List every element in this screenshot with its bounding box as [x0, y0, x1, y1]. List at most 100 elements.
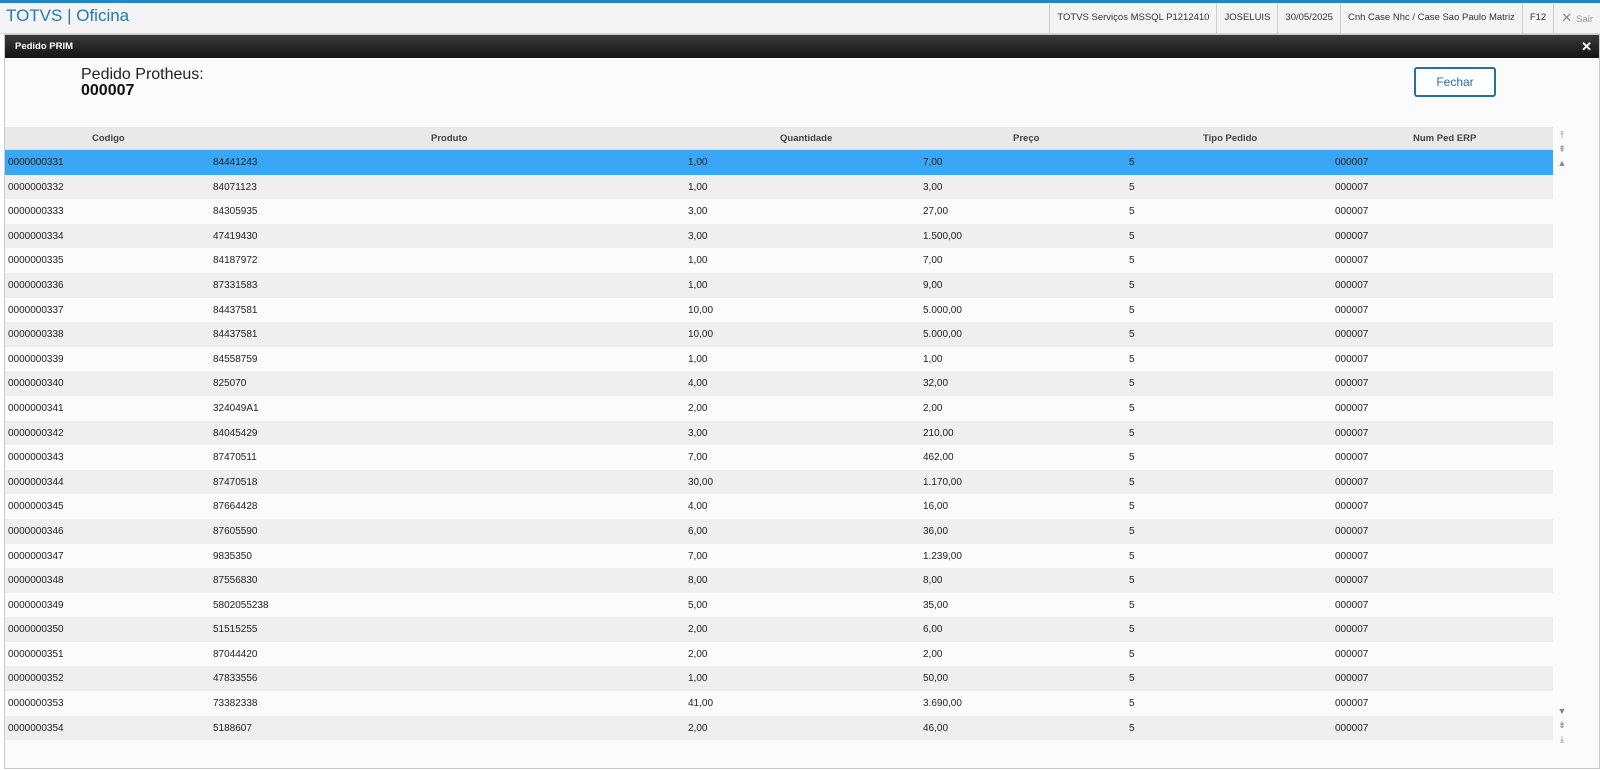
cell-quantidade: 2,00 — [688, 722, 708, 734]
cell-preco: 3,00 — [923, 181, 943, 193]
cell-quantidade: 1,00 — [688, 673, 708, 685]
cell-preco: 2,00 — [923, 648, 943, 660]
scroll-page-up-icon[interactable]: ⇞ — [1556, 143, 1568, 155]
cell-produto: 324049A1 — [213, 402, 259, 414]
scroll-up-icon[interactable]: ▲ — [1556, 157, 1568, 169]
cell-preco: 5.000,00 — [923, 329, 962, 341]
cell-quantidade: 1,00 — [688, 181, 708, 193]
table-row[interactable]: 0000000334 47419430 3,00 1.500,00 5 000007 — [5, 223, 1553, 249]
table-row[interactable]: 0000000340 825070 4,00 32,00 5 000007 — [5, 371, 1553, 396]
cell-tipo-pedido: 5 — [1129, 550, 1135, 562]
cell-tipo-pedido: 5 — [1129, 501, 1135, 513]
table-row[interactable]: 0000000333 84305935 3,00 27,00 5 000007 — [5, 199, 1553, 224]
cell-preco: 210,00 — [923, 427, 954, 439]
cell-produto: 84558759 — [213, 353, 258, 365]
date-info[interactable]: 30/05/2025 — [1277, 3, 1340, 33]
cell-tipo-pedido: 5 — [1129, 525, 1135, 537]
table-row[interactable]: 0000000348 87556830 8,00 8,00 5 000007 — [5, 568, 1553, 593]
table-row[interactable]: 0000000335 84187972 1,00 7,00 5 000007 — [5, 248, 1553, 273]
table-row[interactable]: 0000000346 87605590 6,00 36,00 5 000007 — [5, 518, 1553, 544]
table-row[interactable]: 0000000347 9835350 7,00 1.239,00 5 000007 — [5, 543, 1553, 569]
branch-info[interactable]: Cnh Case Nhc / Case Sao Paulo Matriz — [1339, 3, 1522, 33]
environment-info[interactable]: TOTVS Serviços MSSQL P1212410 — [1049, 3, 1216, 33]
cell-codigo: 0000000337 — [8, 304, 64, 316]
table-row[interactable]: 0000000338 84437581 10,00 5.000,00 5 000007 — [5, 322, 1553, 347]
table-row[interactable]: 0000000345 87664428 4,00 16,00 5 000007 — [5, 494, 1553, 519]
scroll-top-icon[interactable]: ⤒ — [1556, 129, 1568, 141]
grid-scrollbar[interactable]: ⤒ ⇞ ▲ ▼ ⇟ ⤓ — [1556, 127, 1568, 770]
column-header-codigo[interactable]: Codigo — [92, 133, 125, 144]
user-info[interactable]: JOSELUIS — [1216, 3, 1277, 33]
cell-codigo: 0000000331 — [8, 157, 64, 168]
cell-preco: 462,00 — [923, 452, 954, 464]
cell-codigo: 0000000346 — [8, 525, 64, 537]
cell-quantidade: 2,00 — [688, 402, 708, 414]
cell-tipo-pedido: 5 — [1129, 157, 1135, 168]
column-header-tipo-pedido[interactable]: Tipo Pedido — [1203, 133, 1257, 144]
cell-tipo-pedido: 5 — [1129, 427, 1135, 439]
cell-preco: 9,00 — [923, 279, 943, 291]
table-row[interactable]: 0000000344 87470518 30,00 1.170,00 5 000007 — [5, 469, 1553, 495]
cell-quantidade: 1,00 — [688, 157, 708, 168]
table-row[interactable]: 0000000343 87470511 7,00 462,00 5 000007 — [5, 445, 1553, 470]
cell-num-ped-erp: 000007 — [1335, 206, 1369, 218]
f12-button[interactable]: F12 — [1521, 3, 1553, 33]
cell-codigo: 0000000342 — [8, 427, 64, 439]
cell-produto: 87470511 — [213, 452, 257, 464]
order-dialog: Pedido PRIM ✕ Pedido Protheus: 000007 Fe… — [4, 34, 1600, 769]
close-button[interactable]: Fechar — [1414, 67, 1496, 97]
column-header-num-ped-erp[interactable]: Num Ped ERP — [1413, 133, 1476, 144]
table-row[interactable]: 0000000350 51515255 2,00 6,00 5 000007 — [5, 617, 1553, 642]
cell-num-ped-erp: 000007 — [1335, 550, 1369, 562]
close-icon[interactable]: ✕ — [1581, 35, 1592, 58]
table-row[interactable]: 0000000332 84071123 1,00 3,00 5 000007 — [5, 174, 1553, 200]
cell-quantidade: 41,00 — [688, 698, 714, 710]
cell-produto: 87331583 — [213, 279, 258, 291]
cell-preco: 5.000,00 — [923, 304, 962, 316]
cell-codigo: 0000000335 — [8, 255, 64, 267]
cell-tipo-pedido: 5 — [1129, 722, 1135, 734]
cell-quantidade: 2,00 — [688, 648, 708, 660]
column-header-quantidade[interactable]: Quantidade — [780, 133, 832, 144]
table-row[interactable]: 0000000349 5802055238 5,00 35,00 5 000007 — [5, 592, 1553, 618]
cell-quantidade: 3,00 — [688, 206, 708, 218]
cell-tipo-pedido: 5 — [1129, 698, 1135, 710]
cell-num-ped-erp: 000007 — [1335, 402, 1369, 414]
table-row[interactable]: 0000000341 324049A1 2,00 2,00 5 000007 — [5, 395, 1553, 421]
cell-num-ped-erp: 000007 — [1335, 575, 1369, 587]
scroll-bottom-icon[interactable]: ⤓ — [1556, 733, 1568, 745]
dialog-title: Pedido PRIM — [15, 41, 74, 52]
cell-quantidade: 1,00 — [688, 353, 708, 365]
exit-button[interactable]: ✕ Sair — [1553, 3, 1600, 33]
table-row[interactable]: 0000000353 73382338 41,00 3.690,00 5 000007 — [5, 691, 1553, 716]
cell-codigo: 0000000339 — [8, 353, 64, 365]
table-row[interactable]: 0000000337 84437581 10,00 5.000,00 5 000007 — [5, 297, 1553, 323]
table-row[interactable]: 0000000331 84441243 1,00 7,00 5 000007 — [5, 150, 1553, 175]
app-header: TOTVS | Oficina TOTVS Serviços MSSQL P12… — [0, 3, 1600, 34]
cell-preco: 3.690,00 — [923, 698, 962, 710]
cell-num-ped-erp: 000007 — [1335, 624, 1369, 636]
column-header-preco[interactable]: Preço — [1013, 133, 1039, 144]
table-row[interactable]: 0000000352 47833556 1,00 50,00 5 000007 — [5, 666, 1553, 692]
cell-produto: 87044420 — [213, 648, 258, 660]
cell-tipo-pedido: 5 — [1129, 206, 1135, 218]
cell-quantidade: 5,00 — [688, 599, 708, 611]
cell-preco: 1,00 — [923, 353, 943, 365]
cell-preco: 8,00 — [923, 575, 943, 587]
scroll-page-down-icon[interactable]: ⇟ — [1556, 719, 1568, 731]
cell-quantidade: 2,00 — [688, 624, 708, 636]
cell-produto: 825070 — [213, 378, 247, 390]
table-row[interactable]: 0000000339 84558759 1,00 1,00 5 000007 — [5, 346, 1553, 372]
cell-produto: 9835350 — [213, 550, 252, 562]
cell-preco: 1.170,00 — [923, 476, 962, 488]
cell-num-ped-erp: 000007 — [1335, 329, 1369, 341]
table-row[interactable]: 0000000354 5188607 2,00 46,00 5 000007 — [5, 715, 1553, 741]
column-header-produto[interactable]: Produto — [431, 133, 467, 144]
table-row[interactable]: 0000000336 87331583 1,00 9,00 5 000007 — [5, 272, 1553, 298]
cell-codigo: 0000000338 — [8, 329, 64, 341]
cell-produto: 84071123 — [213, 181, 257, 193]
table-row[interactable]: 0000000351 87044420 2,00 2,00 5 000007 — [5, 641, 1553, 667]
scroll-down-icon[interactable]: ▼ — [1556, 705, 1568, 717]
table-row[interactable]: 0000000342 84045429 3,00 210,00 5 000007 — [5, 420, 1553, 446]
cell-produto: 87664428 — [213, 501, 258, 513]
